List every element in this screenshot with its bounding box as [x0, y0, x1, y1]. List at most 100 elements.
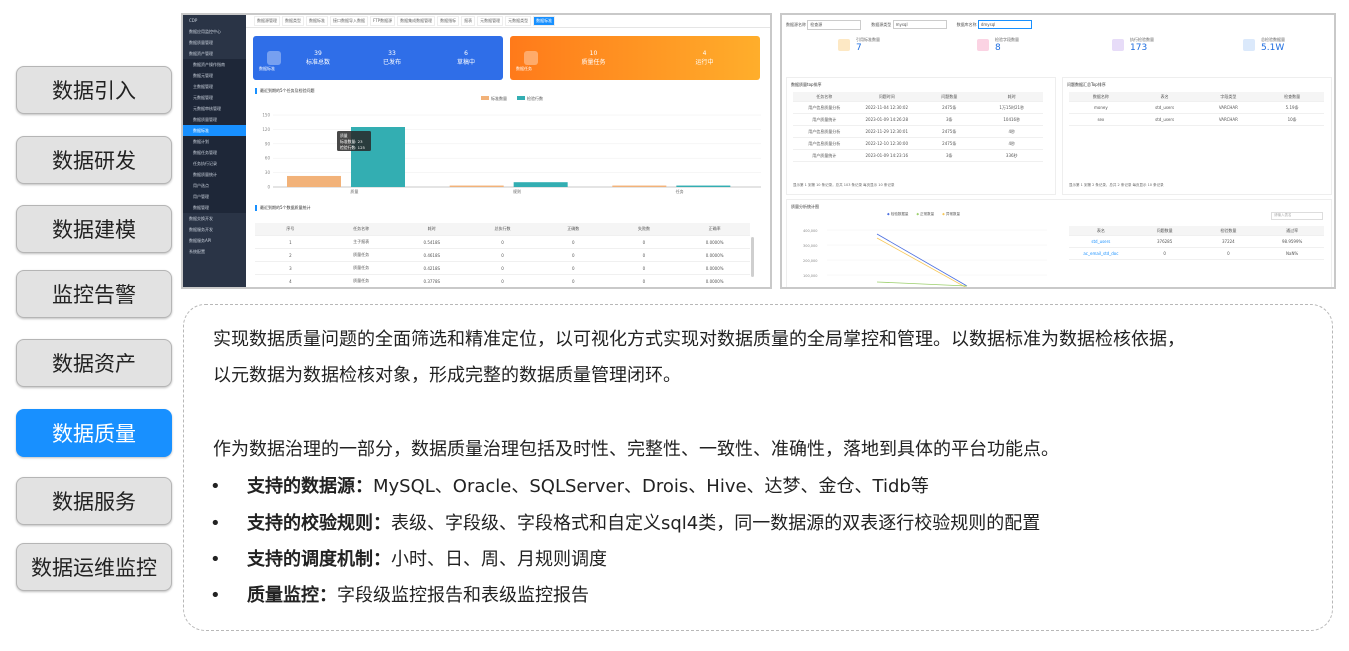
table-row: 4 质量任务 0.3778S 0 0 0 0.0000% [255, 275, 750, 287]
database-icon [267, 51, 281, 65]
legend-item: ◆ 检验数据量 [887, 212, 909, 216]
nav-item-label: 数据质量 [52, 422, 136, 446]
sidebar-item[interactable]: CDP [183, 15, 246, 26]
nav-item-data-service[interactable]: 数据服务 [16, 477, 172, 525]
nav-item-data-quality[interactable]: 数据质量 [16, 409, 172, 457]
x-tick-label: 规则 [513, 188, 521, 194]
sidebar-item[interactable]: 数据服务开发 [183, 224, 246, 235]
table-row: 2 质量任务 0.4618S 0 0 0 0.0000% [255, 249, 750, 262]
kpi-card: 执行检验数量 173 [1068, 37, 1203, 53]
tab[interactable]: 数据集成数据管理 [397, 16, 436, 26]
x-tick-label: 质量 [350, 188, 358, 194]
tab[interactable]: 报表 [461, 16, 476, 26]
sidebar-item[interactable]: 数据计划 [183, 136, 246, 147]
nav-item-data-asset[interactable]: 数据资产 [16, 339, 172, 387]
nav-item-label: 监控告警 [52, 283, 136, 307]
filter-select[interactable]: mysql [892, 20, 947, 29]
kpi-card: 引用标准数量 7 [782, 37, 929, 53]
scrollbar[interactable] [751, 237, 754, 277]
table-row: 用户信息质量分析 2022-11-29 12:30:01 2475条 4秒 [793, 126, 1043, 138]
standard-icon [838, 39, 850, 51]
filter-select[interactable]: dmysql [977, 20, 1032, 29]
feature-bullet: • 支持的调度机制：小时、日、周、月规则调度 [210, 549, 607, 570]
pagination-info: 显示第 1 到第 2 条记录，总共 2 条记录 每页显示 10 条记录 [1069, 183, 1164, 187]
tooltip-line: 检验行数: 125 [340, 145, 366, 150]
table-row: money std_users VARCHAR 5.19条 [1069, 102, 1324, 114]
sidebar-item[interactable]: 主数据管理 [183, 81, 246, 92]
filter-bar: 数据源名称 检查源 数据源类型 mysql 数据库名称 dmysql [786, 20, 1032, 30]
sidebar-item[interactable]: 用户选点 [183, 180, 246, 191]
y-axis-ticks: 400,000 300,000 200,000 100,000 [803, 229, 818, 278]
tab[interactable]: 接口数据导入数据 [330, 16, 368, 26]
sidebar-item[interactable]: 数据服务API [183, 235, 246, 246]
screenshot-quality-dashboard: CDP 数据应用监控中心 数据质量管理 数据资产管理 数据资产操作指南 数据元管… [181, 13, 772, 289]
sidebar-item[interactable]: 元数据管理 [183, 92, 246, 103]
kpi-card: 检验字段数量 8 [929, 37, 1068, 53]
tab[interactable]: FTP数据源 [370, 16, 396, 26]
filter: 数据源名称 检查源 [786, 20, 862, 30]
pagination-info: 显示第 1 到第 10 条记录，总共 103 条记录 每页显示 10 条记录 [793, 183, 895, 187]
tab[interactable]: 元数据管理 [477, 16, 504, 26]
nav-item-label: 数据引入 [52, 79, 136, 103]
top-task-table: 任务名称 问题时间 问题数量 耗时 用户信息质量分析 2022-11-04 12:30:… [793, 92, 1043, 162]
sidebar-item[interactable]: 数据应用监控中心 [183, 26, 246, 37]
field-icon [977, 39, 989, 51]
legend-swatch [517, 96, 525, 100]
sidebar-item[interactable]: 数据质量管理 [183, 37, 246, 48]
sidebar-item-active[interactable]: 数据标准 [183, 125, 246, 136]
tab[interactable]: 数据类型 [282, 16, 304, 26]
y-tick-label: 120 [262, 127, 270, 132]
nav-item-label: 数据研发 [52, 149, 136, 173]
sidebar-item[interactable]: 任务执行记录 [183, 158, 246, 169]
sidebar-item[interactable]: 系统配置 [183, 246, 246, 257]
tab[interactable]: 元数据类型 [505, 16, 532, 26]
nav-item-data-import[interactable]: 数据引入 [16, 66, 172, 114]
nav-item-data-dev[interactable]: 数据研发 [16, 136, 172, 184]
table-row: ac_email_std_doc 0 0 NaN% [1069, 248, 1324, 260]
tab-active[interactable]: 数据标准 [533, 16, 556, 26]
y-tick-label: 30 [265, 170, 271, 175]
problem-table: 数据名称 表名 字段类型 检查数量 money std_users VARCHAR 5.19… [1069, 92, 1324, 126]
sidebar-item[interactable]: 数据质量管理 [183, 114, 246, 125]
tab[interactable]: 数据源管理 [254, 16, 280, 26]
analysis-table: 表名 问题数量 检验数量 通过率 std_users 376285 37224 98.959… [1069, 226, 1324, 260]
table-row: 1 主子报表 0.5418S 0 0 0 0.0000% [255, 236, 750, 249]
table-title: 最近到期的5个数据质量统计 [255, 205, 311, 211]
sidebar-item[interactable]: 元数据审核管理 [183, 103, 246, 114]
feature-bullet: • 支持的数据源：MySQL、Oracle、SQLServer、Drois、Hiv… [210, 476, 929, 497]
tab[interactable]: 数据指标 [437, 16, 460, 26]
bar [513, 182, 568, 187]
table-search-input[interactable]: 请输入表名 [1271, 212, 1323, 220]
sidebar-item[interactable]: 数据交换开发 [183, 213, 246, 224]
y-tick-label: 90 [265, 141, 271, 146]
card-label: 数据任务 [516, 66, 532, 71]
y-tick-label: 0 [267, 185, 270, 190]
bar [676, 185, 731, 187]
legend-label: 标准数量 [491, 95, 507, 101]
sidebar-item[interactable]: 数据质量统计 [183, 169, 246, 180]
y-tick-label: 150 [262, 113, 270, 118]
table-row: 用户质量统计 2023-01-09 14:26:28 3条 10416秒 [793, 114, 1043, 126]
card-label: 数据标准 [259, 66, 275, 71]
nav-item-monitor-alert[interactable]: 监控告警 [16, 270, 172, 318]
y-tick-label: 60 [265, 156, 271, 161]
nav-item-label: 数据建模 [52, 218, 136, 242]
nav-item-data-modeling[interactable]: 数据建模 [16, 205, 172, 253]
top-problem-panel: 问题数据汇总Top排序 数据名称 表名 字段类型 检查数量 money std_user… [1062, 77, 1332, 195]
nav-item-ops-monitor[interactable]: 数据运维监控 [16, 543, 172, 591]
series-line [876, 281, 968, 287]
sidebar-item[interactable]: 数据元管理 [183, 70, 246, 81]
table-header: 序号 任务名称 耗时 总执行数 正确数 失败数 正确率 [255, 223, 750, 236]
check-icon [1112, 39, 1124, 51]
sidebar-item[interactable]: 用户管理 [183, 191, 246, 202]
sidebar-item[interactable]: 数据资产操作指南 [183, 59, 246, 70]
tab-bar: 数据源管理 数据类型 数据标准 接口数据导入数据 FTP数据源 数据集成数据管理… [246, 15, 770, 28]
table-header: 数据名称 表名 字段类型 检查数量 [1069, 92, 1324, 102]
tab[interactable]: 数据标准 [306, 16, 328, 26]
sidebar-item[interactable]: 数据资产管理 [183, 48, 246, 59]
sidebar-item[interactable]: 数据任务管理 [183, 147, 246, 158]
sidebar-item[interactable]: 数据管理 [183, 202, 246, 213]
filter-select[interactable]: 检查源 [807, 20, 862, 30]
panel-title: 问题数据汇总Top排序 [1067, 82, 1106, 87]
table-row: 3 质量任务 0.4218S 0 0 0 0.0000% [255, 262, 750, 275]
